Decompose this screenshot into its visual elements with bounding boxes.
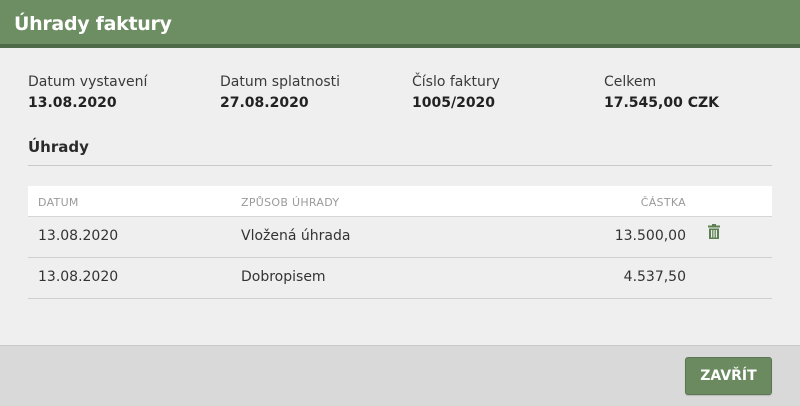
issue-date-block: Datum vystavení 13.08.2020 [28, 74, 147, 111]
table-row: 13.08.2020 Vložená úhrada 13.500,00 [28, 217, 772, 258]
row-method: Dobropisem [241, 269, 326, 285]
total-label: Celkem [604, 74, 657, 90]
row-method: Vložená úhrada [241, 228, 351, 244]
due-date-block: Datum splatnosti 27.08.2020 [220, 74, 340, 111]
table-row: 13.08.2020 Dobropisem 4.537,50 [28, 258, 772, 299]
dialog-footer: ZAVŘÍT [0, 345, 800, 406]
row-amount: 4.537,50 [623, 269, 686, 285]
column-header-method: ZPŮSOB ÚHRADY [241, 196, 340, 209]
dialog-title: Úhrady faktury [14, 13, 172, 35]
payments-section-title: Úhrady [28, 138, 89, 156]
total-value: 17.545,00 CZK [604, 95, 719, 111]
due-date-value: 27.08.2020 [220, 95, 309, 111]
issue-date-label: Datum vystavení [28, 74, 148, 90]
due-date-label: Datum splatnosti [220, 74, 341, 90]
total-block: Celkem 17.545,00 CZK [604, 74, 719, 111]
invoice-number-block: Číslo faktury 1005/2020 [412, 74, 500, 111]
invoice-number-value: 1005/2020 [412, 95, 496, 111]
payments-dialog: Úhrady faktury Datum vystavení 13.08.202… [0, 0, 800, 406]
row-amount: 13.500,00 [614, 228, 686, 244]
payments-table: DATUM ZPŮSOB ÚHRADY ČÁSTKA 13.08.2020 Vl… [28, 186, 772, 299]
close-button[interactable]: ZAVŘÍT [685, 357, 772, 395]
section-divider [28, 165, 772, 166]
table-header: DATUM ZPŮSOB ÚHRADY ČÁSTKA [28, 186, 772, 217]
column-header-date: DATUM [38, 196, 79, 209]
invoice-summary: Datum vystavení 13.08.2020 Datum splatno… [0, 74, 800, 124]
row-date: 13.08.2020 [38, 269, 119, 285]
row-date: 13.08.2020 [38, 228, 119, 244]
column-header-amount: ČÁSTKA [640, 196, 686, 209]
trash-icon[interactable] [708, 224, 720, 239]
issue-date-value: 13.08.2020 [28, 95, 117, 111]
invoice-number-label: Číslo faktury [412, 74, 500, 90]
dialog-header: Úhrady faktury [0, 0, 800, 48]
